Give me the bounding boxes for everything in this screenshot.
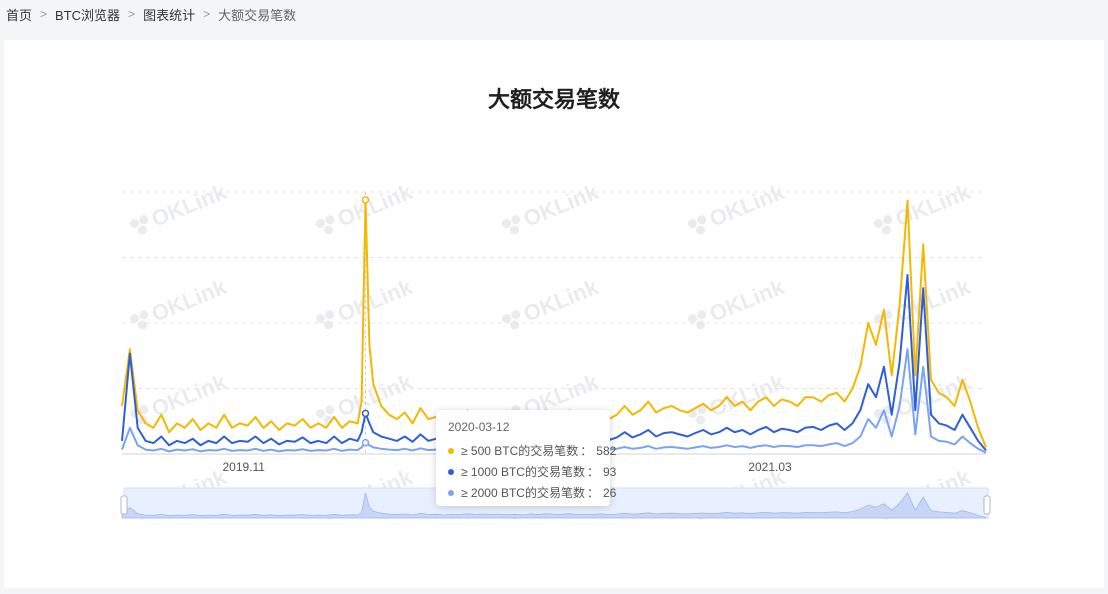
watermark-text: OKLink bbox=[706, 369, 789, 422]
watermark-dot bbox=[316, 409, 326, 419]
watermark-dot bbox=[696, 225, 706, 235]
watermark-dot bbox=[502, 219, 512, 229]
breadcrumb-separator: > bbox=[40, 7, 48, 21]
watermark-logo: OKLink bbox=[688, 179, 789, 235]
watermark-logo: OKLink bbox=[130, 369, 231, 425]
watermark-dot bbox=[510, 320, 520, 330]
watermark-dot bbox=[874, 219, 884, 229]
watermark-logo: OKLink bbox=[502, 179, 603, 235]
watermark-text: OKLink bbox=[148, 179, 231, 232]
hover-point-2 bbox=[361, 438, 370, 447]
watermark-text: OKLink bbox=[148, 369, 231, 422]
watermark-text: OKLink bbox=[334, 179, 417, 232]
watermark-dot bbox=[139, 310, 149, 320]
watermark-dot bbox=[138, 320, 148, 330]
watermark-logo: OKLink bbox=[502, 274, 603, 330]
watermark-logo: OKLink bbox=[130, 179, 231, 235]
watermark-dot bbox=[510, 225, 520, 235]
tooltip-row-value: 26 bbox=[602, 485, 617, 500]
watermark-dot bbox=[696, 320, 706, 330]
watermark-dot bbox=[511, 215, 521, 225]
hover-point-0 bbox=[361, 196, 370, 204]
tooltip-row-sep: ： bbox=[586, 486, 599, 500]
breadcrumb-separator: > bbox=[128, 7, 136, 21]
watermark-text: OKLink bbox=[892, 179, 975, 232]
watermark-logo: OKLink bbox=[130, 274, 231, 330]
watermark-dot bbox=[325, 215, 335, 225]
watermark-dot bbox=[324, 225, 334, 235]
watermark-text: OKLink bbox=[706, 274, 789, 327]
watermark-dot bbox=[697, 310, 707, 320]
tooltip-row-value: 93 bbox=[602, 464, 617, 479]
watermark-dot bbox=[688, 219, 698, 229]
watermark-text: OKLink bbox=[706, 179, 789, 232]
tooltip-date: 2020-03-12 bbox=[448, 420, 510, 434]
watermark-dot bbox=[883, 215, 893, 225]
watermark-dot bbox=[882, 225, 892, 235]
watermark-dot bbox=[138, 225, 148, 235]
x-tick-label: 2021.03 bbox=[748, 460, 792, 474]
tooltip-row: ≥ 2000 BTC的交易笔数 ： 26 bbox=[448, 482, 616, 503]
series-dot-icon bbox=[448, 468, 454, 475]
tooltip-row-value: 582 bbox=[596, 443, 617, 458]
breadcrumb-chart-stats[interactable]: 图表统计 bbox=[143, 5, 195, 24]
watermark-text: OKLink bbox=[520, 274, 603, 327]
watermark-logo: OKLink bbox=[688, 274, 789, 330]
breadcrumb-separator: > bbox=[203, 7, 211, 21]
hover-point-1 bbox=[361, 409, 370, 418]
chart-tooltip: 2020-03-12 ≥ 500 BTC的交易笔数 ： 582 ≥ 1000 B… bbox=[436, 410, 616, 506]
tooltip-row: ≥ 500 BTC的交易笔数 ： 582 bbox=[448, 440, 616, 461]
tooltip-row-sep: ： bbox=[586, 465, 599, 479]
watermark-dot bbox=[697, 215, 707, 225]
watermark-dot bbox=[316, 219, 326, 229]
tooltip-row-label: ≥ 1000 BTC的交易笔数 bbox=[461, 465, 585, 479]
tooltip-row-label: ≥ 2000 BTC的交易笔数 bbox=[461, 486, 585, 500]
watermark-dot bbox=[325, 310, 335, 320]
watermark-dot bbox=[324, 320, 334, 330]
chart-card: 大额交易笔数 OKLink OKLink OKLink OKLink OKLink OKL… bbox=[4, 40, 1104, 588]
series-dot-icon bbox=[448, 489, 454, 496]
watermark-text: OKLink bbox=[148, 274, 231, 327]
breadcrumb-btc-explorer[interactable]: BTC浏览器 bbox=[55, 5, 120, 24]
watermark-logo: OKLink bbox=[688, 369, 789, 425]
tooltip-row-label: ≥ 500 BTC的交易笔数 bbox=[461, 444, 579, 458]
watermark-dot bbox=[696, 415, 706, 425]
tooltip-row-sep: ： bbox=[580, 444, 593, 458]
tooltip-row: ≥ 1000 BTC的交易笔数 ： 93 bbox=[448, 461, 616, 482]
series-dot-icon bbox=[448, 447, 454, 454]
x-tick-label: 2019.11 bbox=[222, 460, 265, 474]
breadcrumb-current: 大额交易笔数 bbox=[218, 7, 297, 23]
watermark-text: OKLink bbox=[520, 179, 603, 232]
breadcrumb-home[interactable]: 首页 bbox=[6, 5, 32, 24]
zoom-handle-left[interactable] bbox=[120, 495, 128, 515]
watermark-logo: OKLink bbox=[874, 179, 975, 235]
zoom-handle-right[interactable] bbox=[983, 495, 991, 515]
watermark-dot bbox=[139, 215, 149, 225]
watermark-dot bbox=[325, 405, 335, 415]
watermark-dot bbox=[130, 219, 140, 229]
watermark-dot bbox=[511, 310, 521, 320]
watermark-text: OKLink bbox=[334, 274, 417, 327]
breadcrumb: 首页 > BTC浏览器 > 图表统计 > 大额交易笔数 bbox=[6, 4, 296, 24]
